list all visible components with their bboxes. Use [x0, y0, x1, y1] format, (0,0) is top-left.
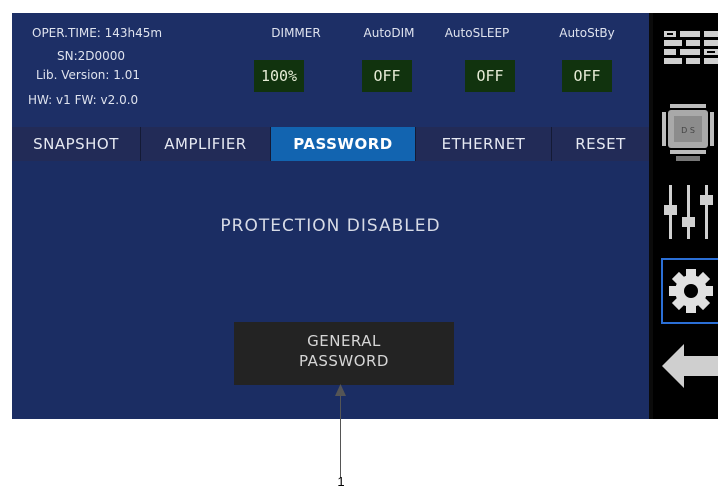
- sidebar-item-grid[interactable]: [658, 25, 718, 71]
- grid-icon: [664, 31, 718, 64]
- hw-fw-version: HW: v1 FW: v2.0.0: [28, 93, 139, 107]
- protection-status: PROTECTION DISABLED: [220, 216, 441, 236]
- back-arrow-icon: [662, 344, 718, 388]
- tab-amplifier[interactable]: AMPLIFIER: [141, 127, 271, 161]
- callout-arrowhead-icon: [335, 384, 346, 396]
- sidebar: D S: [653, 13, 718, 419]
- dimmer-value[interactable]: 100%: [254, 60, 304, 92]
- general-password-line2: PASSWORD: [298, 352, 389, 370]
- tab-bar: SNAPSHOT AMPLIFIER PASSWORD ETHERNET RES…: [12, 127, 649, 161]
- sidebar-item-back[interactable]: [658, 338, 718, 394]
- autostby-value[interactable]: OFF: [562, 60, 612, 92]
- tab-ethernet[interactable]: ETHERNET: [416, 127, 552, 161]
- general-password-line1: GENERAL: [307, 332, 381, 350]
- serial-number: SN:2D0000: [57, 49, 126, 63]
- device-screen: OPER.TIME: 143h45m SN:2D0000 Lib. Versio…: [12, 13, 718, 419]
- autosleep-label: AutoSLEEP: [444, 26, 510, 40]
- autostby-label: AutoStBy: [559, 26, 615, 40]
- oper-time: OPER.TIME: 143h45m: [32, 26, 163, 40]
- password-page: PROTECTION DISABLED GENERAL PASSWORD: [12, 161, 649, 419]
- header-panel: OPER.TIME: 143h45m SN:2D0000 Lib. Versio…: [12, 13, 649, 127]
- callout-number: 1: [337, 474, 345, 489]
- autodim-label: AutoDIM: [363, 26, 415, 40]
- tab-reset[interactable]: RESET: [552, 127, 649, 161]
- sidebar-item-chip[interactable]: D S: [658, 98, 718, 163]
- autodim-value[interactable]: OFF: [362, 60, 412, 92]
- sliders-icon: [664, 185, 713, 239]
- general-password-button[interactable]: GENERAL PASSWORD: [234, 322, 454, 385]
- autosleep-value[interactable]: OFF: [465, 60, 515, 92]
- dimmer-label: DIMMER: [271, 26, 321, 40]
- main-panel: OPER.TIME: 143h45m SN:2D0000 Lib. Versio…: [12, 13, 649, 419]
- callout-line: [340, 390, 341, 478]
- svg-text:D S: D S: [681, 126, 695, 135]
- tab-snapshot[interactable]: SNAPSHOT: [12, 127, 141, 161]
- tab-password[interactable]: PASSWORD: [271, 127, 416, 161]
- chip-icon: D S: [662, 104, 714, 161]
- sidebar-item-settings[interactable]: [661, 258, 718, 324]
- sidebar-item-sliders[interactable]: [658, 181, 718, 243]
- gear-icon: [669, 269, 713, 313]
- lib-version: Lib. Version: 1.01: [36, 68, 140, 82]
